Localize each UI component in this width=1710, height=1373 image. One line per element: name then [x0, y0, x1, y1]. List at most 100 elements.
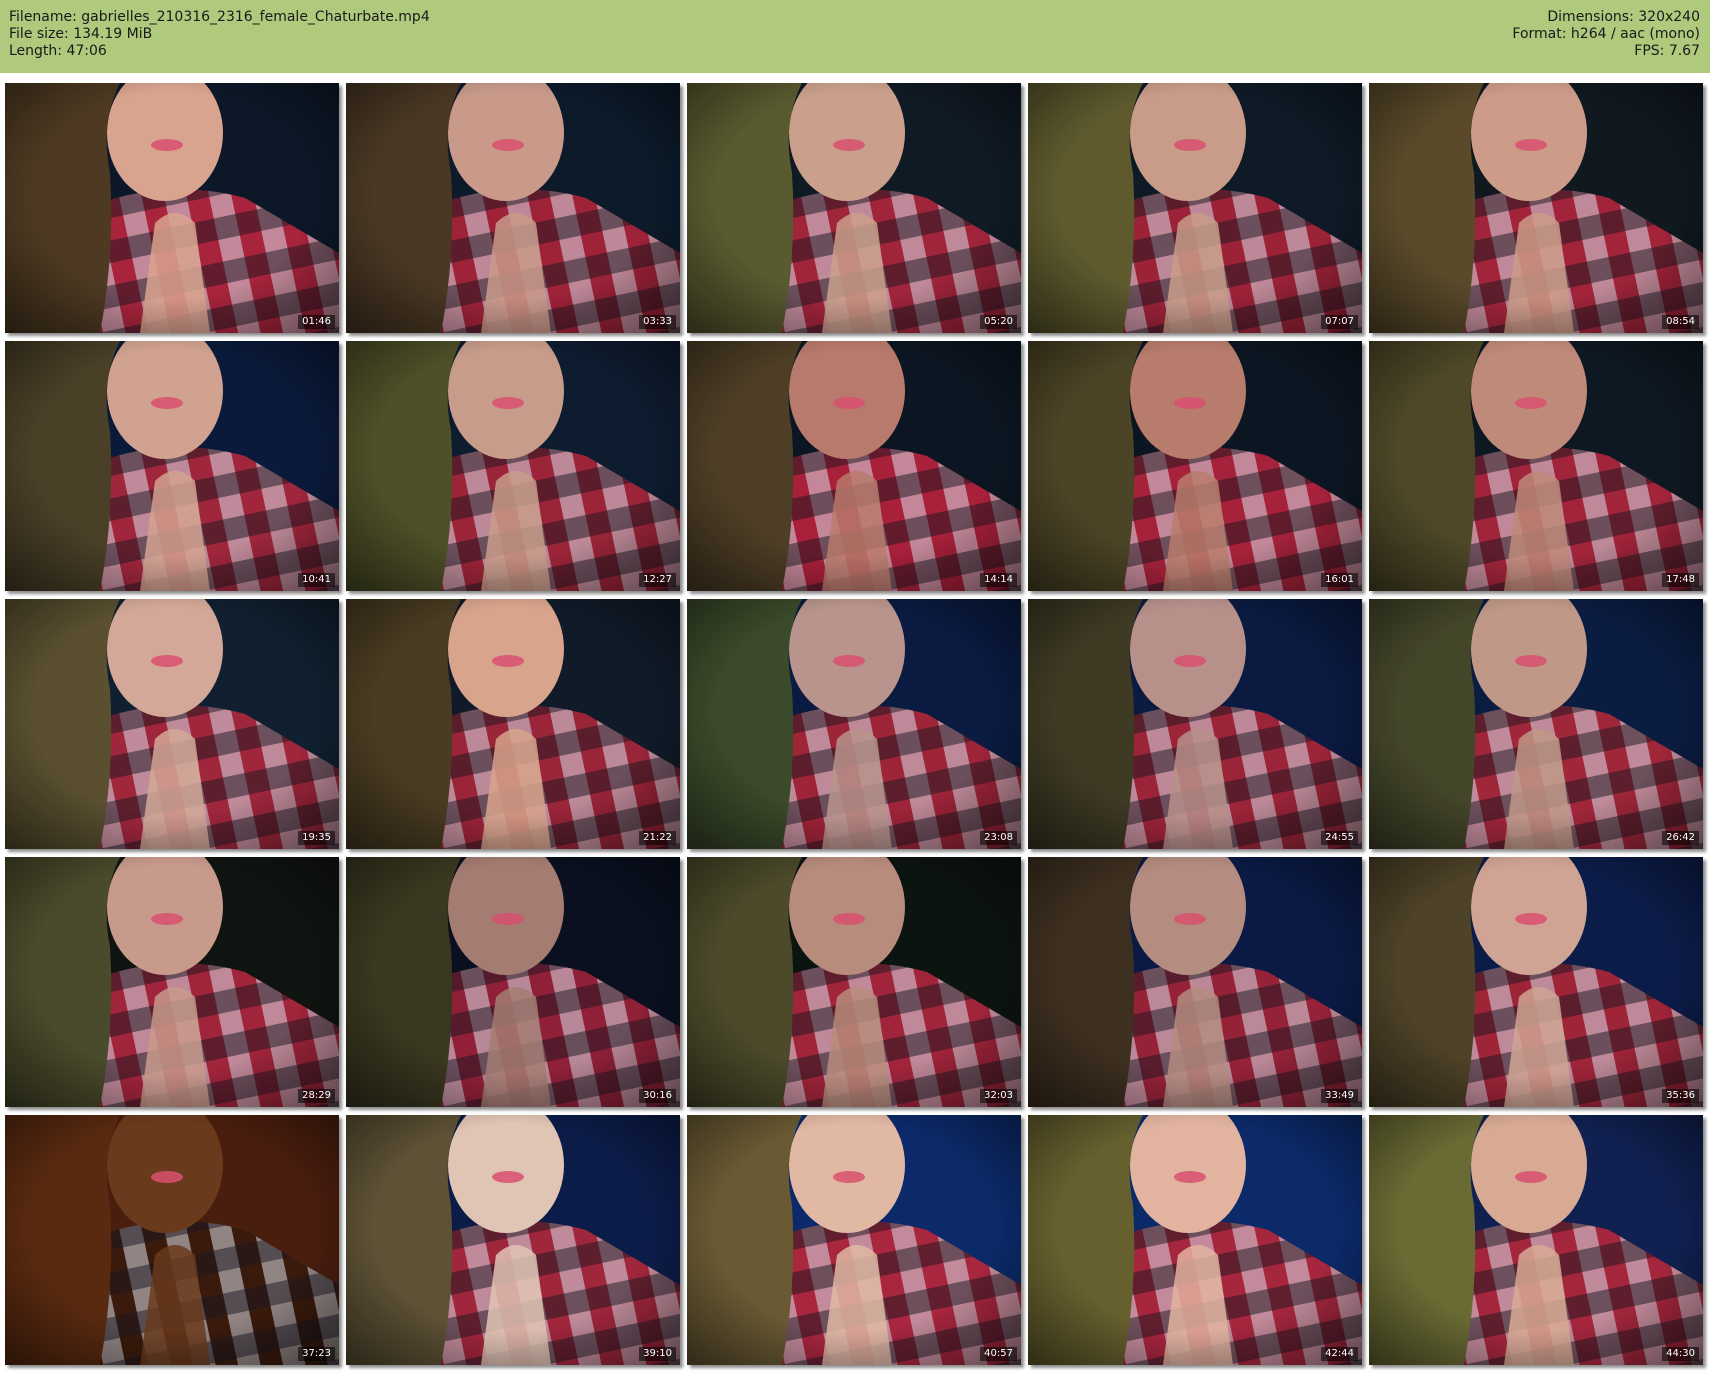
- thumbnail-frame: [1028, 857, 1362, 1107]
- thumbnail-frame: [346, 83, 680, 333]
- thumbnail[interactable]: 03:33: [346, 83, 680, 333]
- timestamp-label: 01:46: [298, 315, 335, 329]
- thumbnail-frame: [5, 1115, 339, 1365]
- timestamp-label: 35:36: [1662, 1089, 1699, 1103]
- frame-vignette: [1028, 1115, 1362, 1365]
- frame-vignette: [346, 857, 680, 1107]
- timestamp-label: 19:35: [298, 831, 335, 845]
- frame-vignette: [5, 1115, 339, 1365]
- timestamp-label: 07:07: [1321, 315, 1358, 329]
- frame-vignette: [5, 857, 339, 1107]
- thumbnail[interactable]: 42:44: [1028, 1115, 1362, 1365]
- thumbnail-frame: [687, 599, 1021, 849]
- thumbnail[interactable]: 16:01: [1028, 341, 1362, 591]
- timestamp-label: 12:27: [639, 573, 676, 587]
- timestamp-label: 28:29: [298, 1089, 335, 1103]
- thumbnail-frame: [346, 1115, 680, 1365]
- timestamp-label: 14:14: [980, 573, 1017, 587]
- frame-vignette: [1028, 599, 1362, 849]
- frame-vignette: [346, 83, 680, 333]
- thumbnail-frame: [5, 857, 339, 1107]
- thumbnail[interactable]: 35:36: [1369, 857, 1703, 1107]
- timestamp-label: 33:49: [1321, 1089, 1358, 1103]
- frame-vignette: [1028, 857, 1362, 1107]
- timestamp-label: 39:10: [639, 1347, 676, 1361]
- thumbnail-frame: [1369, 599, 1703, 849]
- frame-vignette: [1028, 83, 1362, 333]
- thumbnail-frame: [687, 341, 1021, 591]
- thumbnail[interactable]: 17:48: [1369, 341, 1703, 591]
- thumbnail-frame: [5, 599, 339, 849]
- thumbnail[interactable]: 44:30: [1369, 1115, 1703, 1365]
- thumbnail[interactable]: 23:08: [687, 599, 1021, 849]
- thumbnail-frame: [1369, 341, 1703, 591]
- thumbnail-frame: [1028, 599, 1362, 849]
- timestamp-label: 30:16: [639, 1089, 676, 1103]
- thumbnail[interactable]: 14:14: [687, 341, 1021, 591]
- frame-vignette: [5, 341, 339, 591]
- thumbnail[interactable]: 33:49: [1028, 857, 1362, 1107]
- frame-vignette: [1369, 857, 1703, 1107]
- thumbnail[interactable]: 07:07: [1028, 83, 1362, 333]
- thumbnail[interactable]: 32:03: [687, 857, 1021, 1107]
- thumbnail-frame: [1369, 83, 1703, 333]
- timestamp-label: 26:42: [1662, 831, 1699, 845]
- timestamp-label: 42:44: [1321, 1347, 1358, 1361]
- thumbnail[interactable]: 01:46: [5, 83, 339, 333]
- thumbnail-frame: [5, 83, 339, 333]
- frame-vignette: [5, 599, 339, 849]
- timestamp-label: 40:57: [980, 1347, 1017, 1361]
- timestamp-label: 10:41: [298, 573, 335, 587]
- thumbnail[interactable]: 05:20: [687, 83, 1021, 333]
- timestamp-label: 24:55: [1321, 831, 1358, 845]
- timestamp-label: 32:03: [980, 1089, 1017, 1103]
- thumbnail[interactable]: 19:35: [5, 599, 339, 849]
- thumbnail[interactable]: 39:10: [346, 1115, 680, 1365]
- timestamp-label: 08:54: [1662, 315, 1699, 329]
- thumbnail-frame: [1028, 1115, 1362, 1365]
- frame-vignette: [1369, 1115, 1703, 1365]
- thumbnail-frame: [1028, 341, 1362, 591]
- timestamp-label: 03:33: [639, 315, 676, 329]
- thumbnail-frame: [1369, 857, 1703, 1107]
- frame-vignette: [687, 857, 1021, 1107]
- timestamp-label: 16:01: [1321, 573, 1358, 587]
- thumbnail[interactable]: 28:29: [5, 857, 339, 1107]
- thumbnail-frame: [346, 599, 680, 849]
- timestamp-label: 17:48: [1662, 573, 1699, 587]
- thumbnail-frame: [687, 857, 1021, 1107]
- frame-vignette: [1028, 341, 1362, 591]
- frame-vignette: [687, 83, 1021, 333]
- thumbnail-grid: 01:46 03:33 05:20 07:07 08:54 10:41 12:27 14:14…: [0, 0, 1710, 1373]
- thumbnail[interactable]: 21:22: [346, 599, 680, 849]
- thumbnail[interactable]: 08:54: [1369, 83, 1703, 333]
- frame-vignette: [1369, 83, 1703, 333]
- thumbnail-frame: [346, 341, 680, 591]
- frame-vignette: [5, 83, 339, 333]
- thumbnail[interactable]: 24:55: [1028, 599, 1362, 849]
- thumbnail-frame: [687, 83, 1021, 333]
- thumbnail-frame: [1369, 1115, 1703, 1365]
- frame-vignette: [346, 599, 680, 849]
- frame-vignette: [1369, 599, 1703, 849]
- thumbnail-frame: [1028, 83, 1362, 333]
- thumbnail[interactable]: 40:57: [687, 1115, 1021, 1365]
- thumbnail[interactable]: 30:16: [346, 857, 680, 1107]
- thumbnail[interactable]: 37:23: [5, 1115, 339, 1365]
- thumbnail[interactable]: 10:41: [5, 341, 339, 591]
- frame-vignette: [346, 341, 680, 591]
- frame-vignette: [687, 599, 1021, 849]
- timestamp-label: 21:22: [639, 831, 676, 845]
- timestamp-label: 23:08: [980, 831, 1017, 845]
- frame-vignette: [687, 1115, 1021, 1365]
- thumbnail-frame: [346, 857, 680, 1107]
- timestamp-label: 44:30: [1662, 1347, 1699, 1361]
- frame-vignette: [346, 1115, 680, 1365]
- thumbnail[interactable]: 26:42: [1369, 599, 1703, 849]
- timestamp-label: 05:20: [980, 315, 1017, 329]
- timestamp-label: 37:23: [298, 1347, 335, 1361]
- thumbnail-frame: [5, 341, 339, 591]
- frame-vignette: [687, 341, 1021, 591]
- frame-vignette: [1369, 341, 1703, 591]
- thumbnail[interactable]: 12:27: [346, 341, 680, 591]
